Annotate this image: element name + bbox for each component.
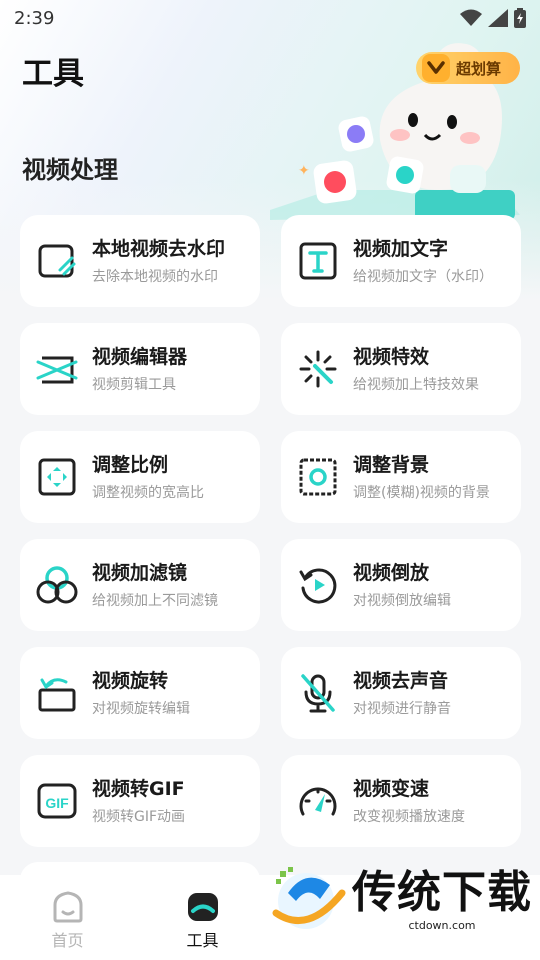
background-icon [299,458,337,496]
wifi-icon [460,9,482,26]
tool-name: 视频旋转 [92,670,169,692]
tool-desc: 改变视频播放速度 [353,809,465,825]
tool-card-effects[interactable]: 视频特效 给视频加上特技效果 [281,323,521,415]
tool-desc: 对视频进行静音 [353,701,451,717]
gif-icon: GIF [37,783,77,819]
deal-badge-label: 超划算 [456,59,502,78]
tool-desc: 调整(模糊)视频的背景 [353,485,490,501]
tool-desc: 给视频加上特技效果 [353,377,479,393]
tool-desc: 调整视频的宽高比 [92,485,204,501]
home-icon [53,891,82,923]
tool-desc: 视频转GIF动画 [92,809,186,825]
mic-off-icon [301,674,335,713]
tool-name: 视频变速 [353,778,430,800]
tool-card-gif[interactable]: GIF 视频转GIF 视频转GIF动画 [20,755,260,847]
tool-card-aspect-ratio[interactable]: 调整比例 调整视频的宽高比 [20,431,260,523]
tool-name: 视频倒放 [353,562,430,584]
nav-tools-label: 工具 [186,931,219,950]
tool-name: 视频加滤镜 [92,562,188,584]
section-title: 视频处理 [22,156,118,184]
aspect-ratio-icon [38,458,76,496]
heart-icon [422,54,450,82]
tool-desc: 视频剪辑工具 [92,377,176,393]
tool-desc: 去除本地视频的水印 [92,269,218,285]
watermark-url: ctdown.com [408,918,476,932]
tool-card-speed[interactable]: 视频变速 改变视频播放速度 [281,755,521,847]
reverse-play-icon [299,568,337,604]
tool-card-video-editor[interactable]: 视频编辑器 视频剪辑工具 [20,323,260,415]
tool-desc: 对视频旋转编辑 [92,701,190,717]
tool-name: 视频特效 [353,346,430,368]
text-icon [299,242,337,280]
tool-desc: 给视频加上不同滤镜 [92,593,218,609]
tool-desc: 给视频加文字（水印） [353,269,493,285]
svg-text:GIF: GIF [45,795,69,811]
site-logo [272,867,346,929]
tool-card-filter[interactable]: 视频加滤镜 给视频加上不同滤镜 [20,539,260,631]
signal-icon [488,9,508,27]
site-watermark: 传统下载 ctdown.com [268,862,540,938]
video-edit-icon [36,356,78,384]
status-icons [460,8,526,28]
tool-card-rotate[interactable]: 视频旋转 对视频旋转编辑 [20,647,260,739]
filter-icon [36,566,78,604]
tool-name: 视频转GIF [92,778,185,800]
tool-card-add-text[interactable]: 视频加文字 给视频加文字（水印） [281,215,521,307]
deal-badge[interactable]: 超划算 [416,52,520,84]
tool-name: 本地视频去水印 [92,238,226,260]
speedometer-icon [299,787,337,816]
tool-card-background[interactable]: 调整背景 调整(模糊)视频的背景 [281,431,521,523]
tool-name: 视频去声音 [353,670,449,692]
magic-wand-icon [299,350,337,388]
svg-text:✦: ✦ [298,163,310,179]
rotate-icon [38,678,76,712]
tool-name: 调整背景 [353,454,430,476]
tool-card-remove-watermark[interactable]: 本地视频去水印 去除本地视频的水印 [20,215,260,307]
nav-home[interactable]: 首页 [0,875,135,960]
status-bar: 2:39 [0,0,540,36]
tool-card-reverse[interactable]: 视频倒放 对视频倒放编辑 [281,539,521,631]
tool-name: 调整比例 [92,454,169,476]
watermark-title: 传统下载 [352,866,532,918]
status-time: 2:39 [14,7,55,29]
tool-grid: 本地视频去水印 去除本地视频的水印 视频加文字 给视频加文字（水印） 视频编辑器… [20,215,521,847]
tool-name: 视频加文字 [353,238,449,260]
nav-tools[interactable]: 工具 [135,875,270,960]
tools-icon [187,893,218,921]
tool-name: 视频编辑器 [92,346,188,368]
tool-desc: 对视频倒放编辑 [353,593,451,609]
battery-icon [514,8,526,28]
page-title: 工具 [22,56,84,92]
nav-home-label: 首页 [51,931,84,950]
tool-card-mute[interactable]: 视频去声音 对视频进行静音 [281,647,521,739]
watermark-remove-icon [38,244,76,278]
